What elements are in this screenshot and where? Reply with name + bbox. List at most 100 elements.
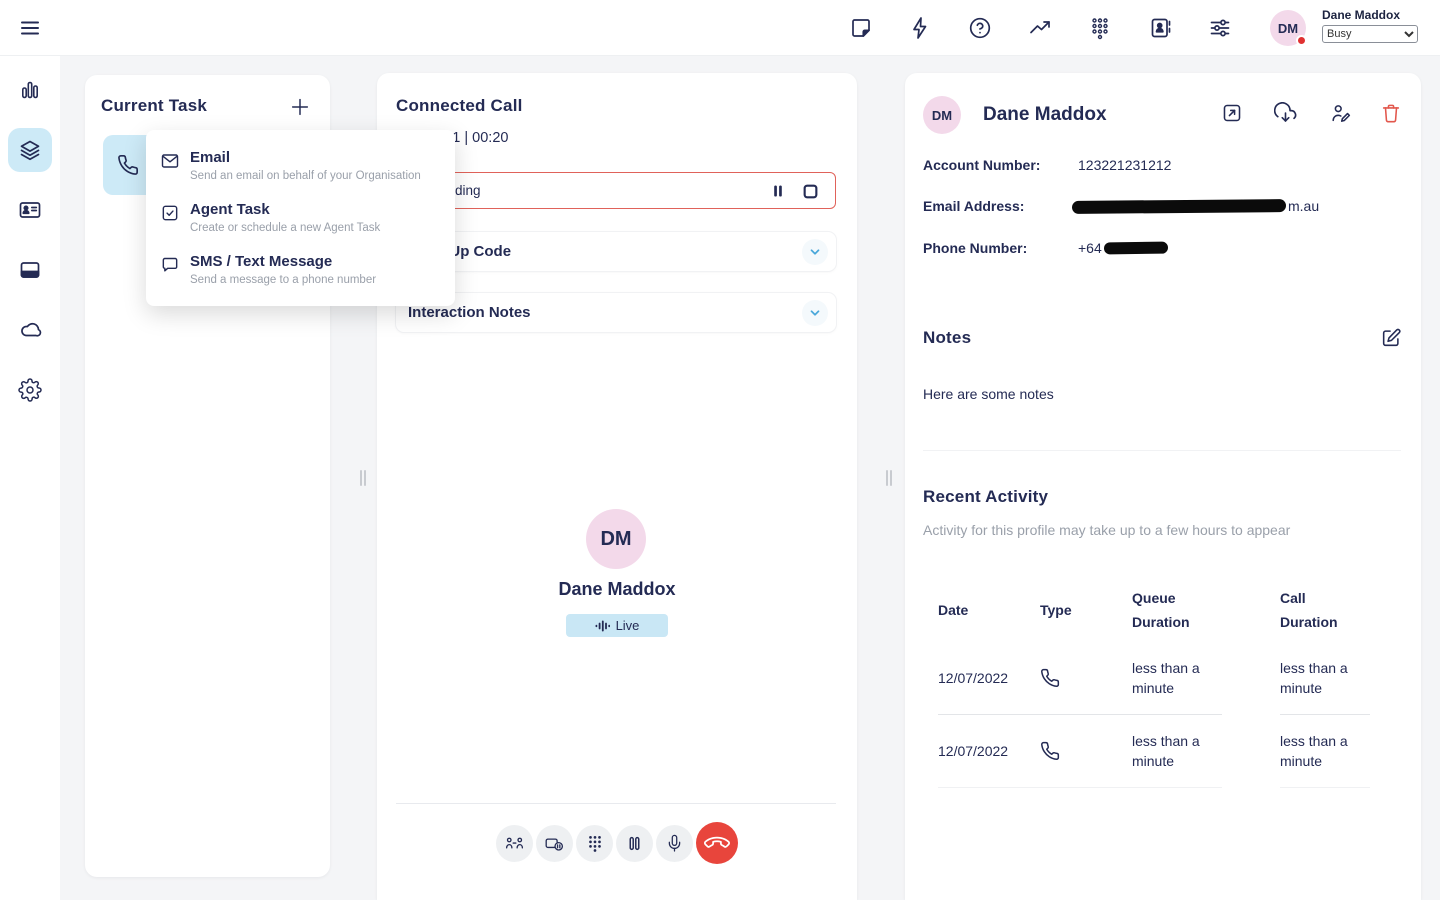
quick-actions-button[interactable] — [908, 16, 932, 40]
left-resize-handle[interactable] — [358, 469, 368, 487]
live-label: Live — [616, 618, 640, 633]
chat-bubble-icon — [160, 255, 180, 275]
dialpad-icon — [1088, 16, 1112, 40]
lightning-icon — [908, 16, 932, 40]
trash-icon — [1380, 102, 1402, 124]
hold-pause-icon — [626, 835, 643, 852]
email-visible-suffix: m.au — [1288, 198, 1319, 214]
sliders-icon — [1208, 16, 1232, 40]
contacts-icon — [1148, 16, 1172, 40]
sidebar-item-dashboard[interactable] — [8, 68, 52, 112]
call-contact-avatar: DM — [586, 509, 646, 569]
note-button[interactable] — [849, 16, 873, 40]
connected-call-title: Connected Call — [396, 96, 523, 116]
sidebar — [0, 56, 60, 900]
help-icon — [968, 16, 992, 40]
gear-icon — [18, 378, 42, 402]
settings-sliders-button[interactable] — [1208, 16, 1232, 40]
user-block: Dane Maddox Busy — [1322, 8, 1418, 43]
cloud-download-icon — [1274, 102, 1297, 125]
menu-item-sms-desc: Send a message to a phone number — [190, 273, 376, 287]
phone-visible-prefix: +64 — [1078, 240, 1102, 256]
phone-call-icon — [1040, 741, 1060, 761]
delete-profile-button[interactable] — [1379, 101, 1403, 125]
hamburger-icon — [18, 16, 42, 40]
user-name: Dane Maddox — [1322, 8, 1418, 22]
wrap-up-code-accordion[interactable]: Wrap Up Code — [396, 232, 836, 271]
end-call-button[interactable] — [696, 822, 738, 864]
chevron-down-icon — [808, 306, 822, 320]
contacts-button[interactable] — [1148, 16, 1172, 40]
app-window: DM Dane Maddox Busy — [0, 0, 1440, 900]
microphone-icon — [665, 834, 684, 853]
right-resize-handle[interactable] — [884, 469, 894, 487]
activity-col-type: Type — [1040, 578, 1132, 642]
status-select[interactable]: Busy — [1322, 25, 1418, 43]
sidebar-item-workspace[interactable] — [8, 248, 52, 292]
pause-recording-button[interactable] — [769, 182, 787, 200]
add-task-dropdown: Email Send an email on behalf of your Or… — [146, 130, 455, 306]
activity-col-call-duration: Call Duration — [1280, 578, 1360, 642]
mute-button[interactable] — [656, 825, 693, 862]
account-number-row: Account Number: — [923, 157, 1040, 175]
sidebar-item-cloud[interactable] — [8, 308, 52, 352]
menu-item-email-title: Email — [190, 149, 421, 167]
plus-icon — [289, 96, 311, 118]
add-task-button[interactable] — [286, 93, 314, 121]
current-task-title: Current Task — [101, 96, 207, 116]
live-badge: Live — [566, 614, 668, 637]
interaction-notes-accordion[interactable]: Interaction Notes — [396, 293, 836, 332]
sidebar-item-tasks[interactable] — [8, 128, 52, 172]
interaction-notes-chevron[interactable] — [802, 300, 828, 326]
profile-avatar-initials: DM — [932, 108, 952, 123]
help-button[interactable] — [968, 16, 992, 40]
recording-bar: Recording — [396, 172, 836, 209]
waveform-icon — [595, 619, 610, 633]
end-call-icon — [701, 827, 732, 858]
transfer-call-button[interactable] — [496, 825, 533, 862]
phone-icon — [117, 154, 139, 176]
edit-notes-button[interactable] — [1379, 326, 1403, 350]
hold-call-button[interactable] — [616, 825, 653, 862]
menu-item-sms[interactable]: SMS / Text Message Send a message to a p… — [146, 244, 455, 296]
stop-icon — [802, 183, 819, 200]
dialpad-button[interactable] — [1088, 16, 1112, 40]
call-contact-initials: DM — [600, 528, 631, 551]
sidebar-item-settings[interactable] — [8, 368, 52, 412]
activity-table: Date Type Queue Duration Call Duration 1… — [938, 578, 1400, 788]
call-contact-name: Dane Maddox — [377, 579, 857, 600]
notes-divider — [923, 450, 1401, 451]
bar-chart-icon — [18, 78, 42, 102]
window-icon — [18, 258, 42, 282]
profile-panel: DM Dane Maddox — [905, 73, 1421, 900]
activity-row-type — [1040, 715, 1132, 788]
pause-recording-control-button[interactable] — [536, 825, 573, 862]
stop-recording-button[interactable] — [801, 182, 819, 200]
profile-name: Dane Maddox — [983, 104, 1107, 126]
sidebar-item-contacts[interactable] — [8, 188, 52, 232]
person-edit-icon — [1330, 102, 1352, 124]
reports-button[interactable] — [1028, 16, 1052, 40]
note-icon — [849, 16, 873, 40]
download-profile-button[interactable] — [1273, 101, 1297, 125]
recent-activity-title: Recent Activity — [923, 487, 1048, 507]
external-link-icon — [1221, 102, 1243, 124]
user-avatar[interactable]: DM — [1270, 10, 1306, 46]
profile-avatar: DM — [923, 96, 961, 134]
envelope-icon — [160, 151, 180, 171]
menu-item-agent-task[interactable]: Agent Task Create or schedule a new Agen… — [146, 192, 455, 244]
email-redaction-mark — [1072, 199, 1286, 214]
activity-row-queue-duration: less than a minute — [1132, 642, 1222, 715]
open-profile-button[interactable] — [1220, 101, 1244, 125]
recent-activity-subtitle: Activity for this profile may take up to… — [923, 522, 1290, 538]
edit-profile-button[interactable] — [1329, 101, 1353, 125]
dialpad-control-button[interactable] — [576, 825, 613, 862]
phone-call-icon — [1040, 668, 1060, 688]
notes-content: Here are some notes — [923, 386, 1054, 402]
hamburger-menu-button[interactable] — [16, 14, 44, 42]
account-number-value: 123221231212 — [1078, 157, 1171, 173]
activity-col-date: Date — [938, 578, 1040, 642]
dialpad-dots-icon — [586, 834, 604, 852]
wrap-up-chevron[interactable] — [802, 239, 828, 265]
menu-item-email[interactable]: Email Send an email on behalf of your Or… — [146, 140, 455, 192]
